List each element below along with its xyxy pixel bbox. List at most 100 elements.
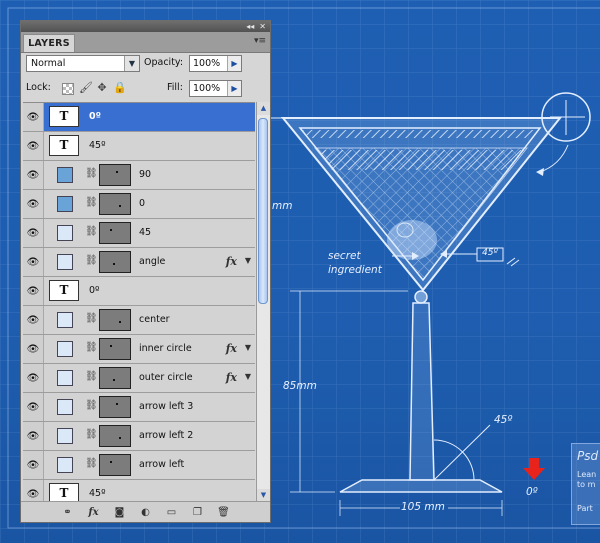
layer-row[interactable]: 👁 ⛓ angle fx ▼ bbox=[23, 248, 255, 277]
visibility-toggle[interactable]: 👁 bbox=[23, 277, 44, 305]
opacity-slider-icon[interactable]: ▶ bbox=[227, 56, 241, 71]
chain-link-icon[interactable]: ⛓ bbox=[85, 226, 98, 237]
fill-color-thumbnail[interactable] bbox=[57, 370, 73, 386]
layer-effects-fx-icon[interactable]: fx bbox=[226, 255, 237, 268]
visibility-toggle[interactable]: 👁 bbox=[23, 393, 44, 421]
panel-title-bar[interactable]: ◂◂ ✕ bbox=[21, 21, 270, 32]
vector-mask-thumbnail[interactable] bbox=[99, 193, 131, 215]
visibility-toggle[interactable]: 👁 bbox=[23, 451, 44, 479]
chain-link-icon[interactable]: ⛓ bbox=[85, 168, 98, 179]
lock-all-icon[interactable]: 🔒 bbox=[113, 82, 127, 94]
visibility-toggle[interactable]: 👁 bbox=[23, 190, 44, 218]
expand-effects-icon[interactable]: ▼ bbox=[245, 256, 251, 265]
chain-link-icon[interactable]: ⛓ bbox=[85, 255, 98, 266]
chain-link-icon[interactable]: ⛓ bbox=[85, 342, 98, 353]
vector-mask-thumbnail[interactable] bbox=[99, 454, 131, 476]
link-layers-icon[interactable]: ⚭ bbox=[61, 507, 75, 518]
fill-color-thumbnail[interactable] bbox=[57, 312, 73, 328]
layer-row[interactable]: 👁 ⛓ arrow left 2 bbox=[23, 422, 255, 451]
vector-mask-thumbnail[interactable] bbox=[99, 164, 131, 186]
vector-mask-thumbnail[interactable] bbox=[99, 396, 131, 418]
width-dimension-label: 105 mm bbox=[401, 501, 445, 513]
vector-mask-thumbnail[interactable] bbox=[99, 367, 131, 389]
chain-link-icon[interactable]: ⛓ bbox=[85, 371, 98, 382]
layer-effects-fx-icon[interactable]: fx bbox=[226, 342, 237, 355]
tab-layers[interactable]: LAYERS bbox=[23, 34, 75, 52]
visibility-toggle[interactable]: 👁 bbox=[23, 335, 44, 363]
new-layer-icon[interactable]: ❐ bbox=[191, 507, 205, 518]
fill-color-thumbnail[interactable] bbox=[57, 167, 73, 183]
vector-mask-thumbnail[interactable] bbox=[99, 338, 131, 360]
delete-layer-trash-icon[interactable]: 🗑 bbox=[217, 507, 231, 518]
fill-color-thumbnail[interactable] bbox=[57, 341, 73, 357]
type-layer-thumbnail[interactable]: T bbox=[49, 280, 79, 301]
new-group-folder-icon[interactable]: ▭ bbox=[165, 507, 179, 518]
visibility-toggle[interactable]: 👁 bbox=[23, 132, 44, 160]
layers-list[interactable]: 👁 T 0º 👁 T 45º 👁 ⛓ 90 👁 ⛓ 0 👁 ⛓ 45 👁 ⛓ angle fx ▼ 👁 T 0º 👁 ⛓ cent… bbox=[23, 102, 255, 503]
fill-color-thumbnail[interactable] bbox=[57, 254, 73, 270]
layer-row[interactable]: 👁 ⛓ 45 bbox=[23, 219, 255, 248]
collapse-icon[interactable]: ◂◂ bbox=[246, 21, 254, 32]
blend-mode-select[interactable]: Normal ▼ bbox=[26, 55, 140, 72]
add-style-fx-icon[interactable]: fx bbox=[87, 507, 101, 518]
type-layer-thumbnail[interactable]: T bbox=[49, 135, 79, 156]
fill-color-thumbnail[interactable] bbox=[57, 399, 73, 415]
angle-box-label: 45º bbox=[482, 248, 498, 258]
vector-mask-thumbnail[interactable] bbox=[99, 309, 131, 331]
panel-menu-icon[interactable]: ▾≡ bbox=[254, 36, 266, 46]
scroll-thumb[interactable] bbox=[258, 118, 268, 304]
layer-row[interactable]: 👁 ⛓ inner circle fx ▼ bbox=[23, 335, 255, 364]
chevron-down-icon[interactable]: ▼ bbox=[124, 56, 139, 71]
chain-link-icon[interactable]: ⛓ bbox=[85, 313, 98, 324]
fill-slider-icon[interactable]: ▶ bbox=[227, 81, 241, 96]
layer-row[interactable]: 👁 ⛓ arrow left bbox=[23, 451, 255, 480]
layer-row[interactable]: 👁 T 0º bbox=[23, 103, 255, 132]
fill-value: 100% bbox=[193, 83, 221, 94]
lock-transparency-icon[interactable] bbox=[62, 83, 74, 95]
layer-row[interactable]: 👁 ⛓ arrow left 3 bbox=[23, 393, 255, 422]
chain-link-icon[interactable]: ⛓ bbox=[85, 458, 98, 469]
layer-row[interactable]: 👁 ⛓ 0 bbox=[23, 190, 255, 219]
chain-link-icon[interactable]: ⛓ bbox=[85, 400, 98, 411]
eye-icon: 👁 bbox=[26, 285, 40, 297]
fill-color-thumbnail[interactable] bbox=[57, 457, 73, 473]
fill-color-thumbnail[interactable] bbox=[57, 428, 73, 444]
visibility-toggle[interactable]: 👁 bbox=[23, 161, 44, 189]
layers-scrollbar[interactable]: ▲ ▼ bbox=[256, 102, 270, 502]
lock-pixels-brush-icon[interactable]: 🖌 bbox=[79, 82, 93, 94]
fill-field[interactable]: 100% ▶ bbox=[189, 80, 242, 97]
visibility-toggle[interactable]: 👁 bbox=[23, 248, 44, 276]
layer-row[interactable]: 👁 T 0º bbox=[23, 277, 255, 306]
fill-color-thumbnail[interactable] bbox=[57, 225, 73, 241]
layer-effects-fx-icon[interactable]: fx bbox=[226, 371, 237, 384]
type-layer-thumbnail[interactable]: T bbox=[49, 106, 79, 127]
opacity-field[interactable]: 100% ▶ bbox=[189, 55, 242, 72]
chain-link-icon[interactable]: ⛓ bbox=[85, 197, 98, 208]
layer-row[interactable]: 👁 ⛓ center bbox=[23, 306, 255, 335]
layer-row[interactable]: 👁 T 45º bbox=[23, 480, 255, 503]
vector-mask-thumbnail[interactable] bbox=[99, 222, 131, 244]
expand-effects-icon[interactable]: ▼ bbox=[245, 372, 251, 381]
scroll-up-icon[interactable]: ▲ bbox=[257, 102, 270, 115]
visibility-toggle[interactable]: 👁 bbox=[23, 306, 44, 334]
layer-row[interactable]: 👁 ⛓ 90 bbox=[23, 161, 255, 190]
layer-row[interactable]: 👁 T 45º bbox=[23, 132, 255, 161]
fill-color-thumbnail[interactable] bbox=[57, 196, 73, 212]
layer-row[interactable]: 👁 ⛓ outer circle fx ▼ bbox=[23, 364, 255, 393]
adjustment-layer-icon[interactable]: ◐ bbox=[139, 507, 153, 518]
visibility-toggle[interactable]: 👁 bbox=[23, 219, 44, 247]
lock-position-move-icon[interactable]: ✥ bbox=[96, 82, 108, 94]
vector-mask-thumbnail[interactable] bbox=[99, 251, 131, 273]
add-mask-icon[interactable]: ◙ bbox=[113, 507, 127, 518]
type-layer-thumbnail[interactable]: T bbox=[49, 483, 79, 503]
layer-name: 45 bbox=[139, 227, 152, 238]
visibility-toggle[interactable]: 👁 bbox=[23, 103, 44, 131]
visibility-toggle[interactable]: 👁 bbox=[23, 480, 44, 503]
eye-icon: 👁 bbox=[26, 256, 40, 268]
chain-link-icon[interactable]: ⛓ bbox=[85, 429, 98, 440]
vector-mask-thumbnail[interactable] bbox=[99, 425, 131, 447]
visibility-toggle[interactable]: 👁 bbox=[23, 364, 44, 392]
expand-effects-icon[interactable]: ▼ bbox=[245, 343, 251, 352]
close-icon[interactable]: ✕ bbox=[259, 21, 266, 32]
visibility-toggle[interactable]: 👁 bbox=[23, 422, 44, 450]
